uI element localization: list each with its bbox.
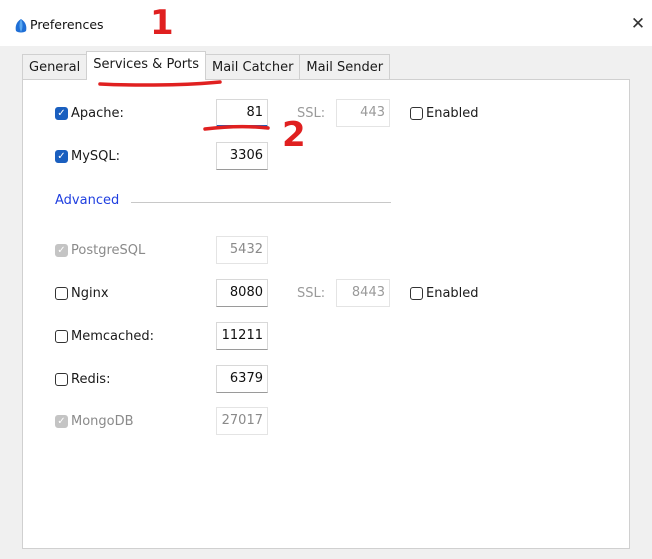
redis-port-input[interactable]: 6379 xyxy=(216,365,268,393)
memcached-port-input[interactable]: 11211 xyxy=(216,322,268,350)
tab-mail-catcher[interactable]: Mail Catcher xyxy=(205,54,301,80)
checkbox-empty-icon xyxy=(55,373,68,386)
advanced-divider xyxy=(131,202,391,203)
services-ports-panel: ✓ Apache: 81 SSL: 443 Enabled ✓ MySQL: 3… xyxy=(22,79,630,549)
checkmark-icon: ✓ xyxy=(55,244,68,257)
nginx-ssl-enabled-label: Enabled xyxy=(426,286,479,301)
memcached-label: Memcached: xyxy=(71,329,155,344)
tab-bar: General Services & Ports Mail Catcher Ma… xyxy=(22,51,391,80)
annotation-number-one: 1 xyxy=(150,3,174,43)
mysql-label: MySQL: xyxy=(71,149,121,164)
mongodb-port-input: 27017 xyxy=(216,407,268,435)
checkmark-icon: ✓ xyxy=(55,415,68,428)
apache-ssl-enabled-checkbox[interactable]: Enabled xyxy=(410,106,479,121)
nginx-ssl-enabled-checkbox[interactable]: Enabled xyxy=(410,286,479,301)
tab-general[interactable]: General xyxy=(22,54,88,80)
memcached-checkbox[interactable]: Memcached: xyxy=(55,329,154,344)
mongodb-checkbox: ✓ MongoDB xyxy=(55,414,134,429)
service-row-postgresql: ✓ PostgreSQL 5432 xyxy=(23,236,623,266)
window-title: Preferences xyxy=(30,17,104,32)
apache-port-input[interactable]: 81 xyxy=(216,99,268,127)
apache-ssl-port-input[interactable]: 443 xyxy=(336,99,390,127)
service-row-memcached: Memcached: 11211 xyxy=(23,322,623,352)
service-row-nginx: Nginx 8080 SSL: 8443 Enabled xyxy=(23,279,623,309)
postgresql-checkbox: ✓ PostgreSQL xyxy=(55,243,145,258)
mysql-checkbox[interactable]: ✓ MySQL: xyxy=(55,149,120,164)
apache-label: Apache: xyxy=(71,106,124,121)
checkbox-empty-icon xyxy=(410,107,423,120)
tab-services-ports[interactable]: Services & Ports xyxy=(86,51,206,80)
service-row-apache: ✓ Apache: 81 SSL: 443 Enabled xyxy=(23,99,623,129)
redis-label: Redis: xyxy=(71,372,111,387)
nginx-label: Nginx xyxy=(71,286,109,301)
tab-mail-sender[interactable]: Mail Sender xyxy=(299,54,391,80)
nginx-checkbox[interactable]: Nginx xyxy=(55,286,109,301)
nginx-ssl-port-input[interactable]: 8443 xyxy=(336,279,390,307)
preferences-window: Preferences ✕ General Services & Ports M… xyxy=(0,0,652,559)
redis-checkbox[interactable]: Redis: xyxy=(55,372,110,387)
app-logo-icon xyxy=(15,19,27,33)
apache-ssl-enabled-label: Enabled xyxy=(426,106,479,121)
nginx-port-input[interactable]: 8080 xyxy=(216,279,268,307)
checkmark-icon: ✓ xyxy=(55,107,68,120)
apache-checkbox[interactable]: ✓ Apache: xyxy=(55,106,124,121)
annotation-number-two: 2 xyxy=(282,115,306,155)
service-row-mysql: ✓ MySQL: 3306 xyxy=(23,142,623,172)
service-row-redis: Redis: 6379 xyxy=(23,365,623,395)
postgresql-label: PostgreSQL xyxy=(71,243,146,258)
nginx-ssl-label: SSL: xyxy=(297,286,326,301)
mongodb-label: MongoDB xyxy=(71,414,134,429)
checkbox-empty-icon xyxy=(410,287,423,300)
mysql-port-input[interactable]: 3306 xyxy=(216,142,268,170)
title-bar[interactable]: Preferences ✕ xyxy=(0,0,652,46)
checkmark-icon: ✓ xyxy=(55,150,68,163)
advanced-section-label: Advanced xyxy=(55,193,120,208)
checkbox-empty-icon xyxy=(55,287,68,300)
close-button[interactable]: ✕ xyxy=(624,10,652,38)
service-row-mongodb: ✓ MongoDB 27017 xyxy=(23,407,623,437)
checkbox-empty-icon xyxy=(55,330,68,343)
postgresql-port-input: 5432 xyxy=(216,236,268,264)
